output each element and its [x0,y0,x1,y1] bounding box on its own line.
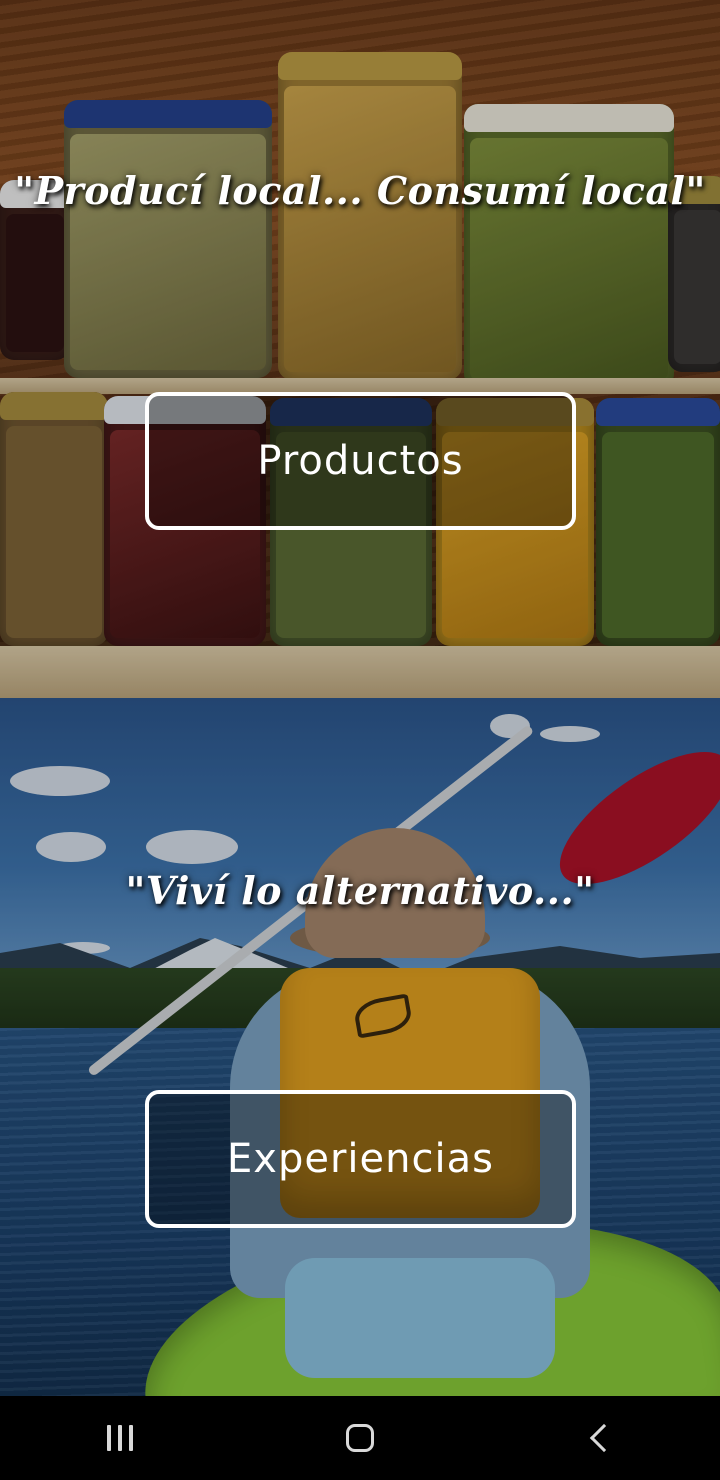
back-icon [589,1423,619,1453]
products-panel: "Producí local... Consumí local" Product… [0,0,720,698]
experiencias-button[interactable]: Experiencias [145,1090,576,1228]
system-navigation-bar [0,1396,720,1480]
home-icon [346,1424,374,1452]
back-button[interactable] [560,1408,640,1468]
products-tagline: "Producí local... Consumí local" [14,168,706,213]
recents-icon [107,1425,133,1451]
experiences-panel: "Viví lo alternativo..." Experiencias [0,698,720,1396]
experiences-tagline: "Viví lo alternativo..." [125,868,595,913]
productos-button[interactable]: Productos [145,392,576,530]
recents-button[interactable] [80,1408,160,1468]
home-button[interactable] [320,1408,400,1468]
